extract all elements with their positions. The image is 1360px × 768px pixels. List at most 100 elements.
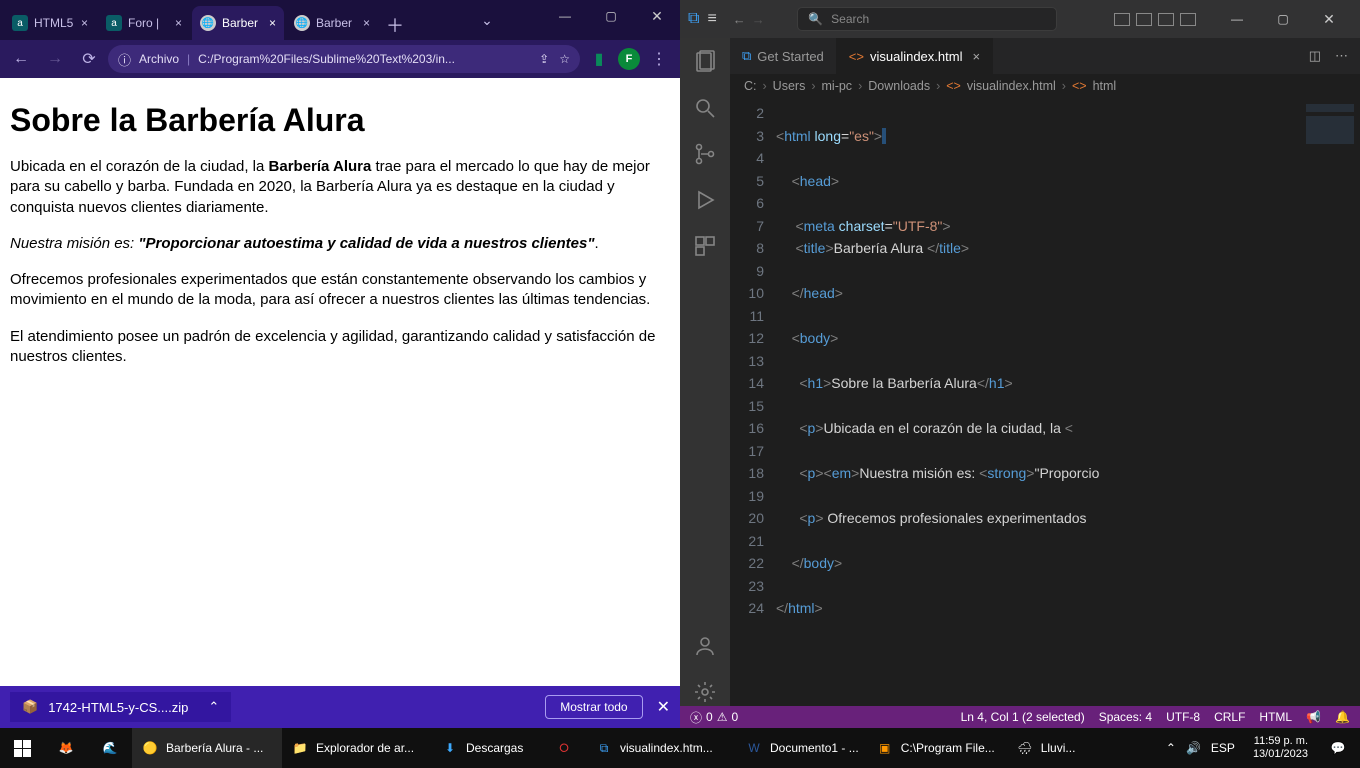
- language-indicator[interactable]: ESP: [1211, 741, 1235, 755]
- settings-gear-icon[interactable]: [691, 678, 719, 706]
- browser-tab[interactable]: a Foro | ×: [98, 6, 190, 40]
- tab-label: Foro |: [128, 16, 159, 30]
- window-maximize-button[interactable]: ▢: [1260, 3, 1306, 35]
- explorer-icon[interactable]: [691, 48, 719, 76]
- tray-overflow-icon[interactable]: ⌃: [1166, 741, 1176, 755]
- addr-path: C:/Program%20Files/Sublime%20Text%203/in…: [198, 52, 455, 66]
- command-center-search[interactable]: 🔍 Search: [797, 7, 1057, 31]
- error-icon: ⓧ: [690, 709, 702, 726]
- problems-button[interactable]: ⓧ0 ⚠0: [690, 709, 738, 726]
- layout-controls[interactable]: [1114, 13, 1196, 26]
- tab-close-icon[interactable]: ×: [175, 16, 182, 30]
- hamburger-menu-button[interactable]: ≡: [707, 10, 716, 28]
- taskbar-app-downloads[interactable]: ⬇Descargas: [432, 728, 542, 768]
- tab-label: Barber: [222, 16, 258, 30]
- tab-close-icon[interactable]: ×: [81, 16, 88, 30]
- window-maximize-button[interactable]: ▢: [588, 0, 634, 32]
- share-icon[interactable]: ⇪: [539, 52, 549, 66]
- layout-icon[interactable]: [1114, 13, 1130, 26]
- window-close-button[interactable]: ✕: [634, 0, 680, 32]
- breadcrumbs[interactable]: C:› Users› mi-pc› Downloads› <> visualin…: [730, 74, 1360, 98]
- more-actions-icon[interactable]: ⋯: [1335, 48, 1348, 64]
- forward-button[interactable]: →: [40, 44, 70, 74]
- start-button[interactable]: [0, 728, 44, 768]
- taskbar-clock[interactable]: 11:59 p. m. 13/01/2023: [1245, 735, 1316, 760]
- bookmark-icon[interactable]: ☆: [559, 52, 570, 66]
- favicon-globe-icon: 🌐: [294, 15, 310, 31]
- extension-icon[interactable]: ▮: [584, 44, 614, 74]
- taskbar-weather[interactable]: 🌧Lluvi...: [1007, 728, 1097, 768]
- minimap[interactable]: [1300, 98, 1360, 706]
- code-editor[interactable]: <html long="es"> <head> <meta charset="U…: [776, 98, 1300, 706]
- site-info-icon[interactable]: ⓘ: [118, 50, 131, 69]
- window-minimize-button[interactable]: —: [542, 0, 588, 32]
- editor-tabs: ⧉ Get Started <> visualindex.html × ◫ ⋯: [730, 38, 1360, 74]
- window-close-button[interactable]: ✕: [1306, 3, 1352, 35]
- tab-close-icon[interactable]: ×: [269, 16, 276, 30]
- split-editor-icon[interactable]: ◫: [1309, 48, 1321, 64]
- page-paragraph: Ofrecemos profesionales experimentados q…: [10, 270, 670, 311]
- taskbar-app-unknown[interactable]: ⭘: [542, 728, 586, 768]
- nav-back-button[interactable]: ←: [733, 12, 746, 27]
- html-file-icon: <>: [849, 49, 864, 64]
- layout-icon[interactable]: [1158, 13, 1174, 26]
- vscode-logo-icon: ⧉: [688, 10, 699, 28]
- feedback-icon[interactable]: 📢: [1306, 710, 1321, 724]
- browser-menu-button[interactable]: ⋮: [644, 44, 674, 74]
- language-mode[interactable]: HTML: [1259, 710, 1292, 724]
- extensions-icon[interactable]: [691, 232, 719, 260]
- taskbar-app-firefox[interactable]: 🦊: [44, 728, 88, 768]
- editor-tab-get-started[interactable]: ⧉ Get Started: [730, 38, 837, 74]
- tab-label: Barber: [316, 16, 352, 30]
- show-all-downloads-button[interactable]: Mostrar todo: [545, 695, 642, 719]
- nav-forward-button[interactable]: →: [752, 12, 765, 27]
- windows-taskbar: 🦊 🌊 🟡Barbería Alura - ... 📁Explorador de…: [0, 728, 1360, 768]
- search-placeholder: Search: [831, 12, 869, 26]
- html-file-icon: <>: [946, 79, 961, 93]
- search-icon: 🔍: [808, 12, 823, 26]
- reload-button[interactable]: ⟳: [74, 44, 104, 74]
- back-button[interactable]: ←: [6, 44, 36, 74]
- browser-tab[interactable]: a HTML5 ×: [4, 6, 96, 40]
- vscode-titlebar: ⧉ ≡ ← → 🔍 Search — ▢ ✕: [680, 0, 1360, 38]
- taskbar-app-sublime[interactable]: ▣C:\Program File...: [867, 728, 1007, 768]
- system-tray[interactable]: ⌃ 🔊 ESP: [1156, 741, 1245, 755]
- taskbar-app-edge[interactable]: 🌊: [88, 728, 132, 768]
- window-minimize-button[interactable]: —: [1214, 3, 1260, 35]
- notifications-icon[interactable]: 🔔: [1335, 710, 1350, 724]
- tab-close-icon[interactable]: ×: [972, 49, 980, 64]
- tab-label: Get Started: [757, 49, 823, 64]
- taskbar-app-chrome[interactable]: 🟡Barbería Alura - ...: [132, 728, 282, 768]
- editor-tab-file[interactable]: <> visualindex.html ×: [837, 38, 993, 74]
- line-number-gutter[interactable]: 23456789101112131415161718192021222324: [730, 98, 776, 706]
- browser-tab-active[interactable]: 🌐 Barber ×: [192, 6, 284, 40]
- file-icon: 📦: [22, 699, 38, 715]
- encoding[interactable]: UTF-8: [1166, 710, 1200, 724]
- layout-icon[interactable]: [1136, 13, 1152, 26]
- download-item[interactable]: 📦 1742-HTML5-y-CS....zip ⌃: [10, 692, 231, 722]
- source-control-icon[interactable]: [691, 140, 719, 168]
- downloads-bar: 📦 1742-HTML5-y-CS....zip ⌃ Mostrar todo …: [0, 686, 680, 728]
- cursor-position[interactable]: Ln 4, Col 1 (2 selected): [961, 710, 1085, 724]
- taskbar-app-file-explorer[interactable]: 📁Explorador de ar...: [282, 728, 432, 768]
- tab-close-icon[interactable]: ×: [363, 16, 370, 30]
- eol[interactable]: CRLF: [1214, 710, 1245, 724]
- indentation[interactable]: Spaces: 4: [1099, 710, 1152, 724]
- browser-tab[interactable]: 🌐 Barber ×: [286, 6, 378, 40]
- action-center-icon[interactable]: 💬: [1316, 728, 1360, 768]
- search-icon[interactable]: [691, 94, 719, 122]
- taskbar-app-word[interactable]: WDocumento1 - ...: [736, 728, 867, 768]
- chevron-up-icon[interactable]: ⌃: [208, 699, 219, 715]
- taskbar-app-vscode[interactable]: ⧉visualindex.htm...: [586, 728, 736, 768]
- download-filename: 1742-HTML5-y-CS....zip: [48, 700, 188, 715]
- activity-bar: [680, 38, 730, 706]
- layout-icon[interactable]: [1180, 13, 1196, 26]
- profile-avatar[interactable]: F: [618, 48, 640, 70]
- tab-overflow-icon[interactable]: ⌄: [472, 0, 502, 40]
- new-tab-button[interactable]: ＋: [380, 10, 410, 40]
- volume-icon[interactable]: 🔊: [1186, 741, 1201, 755]
- close-downloads-bar-button[interactable]: ✕: [657, 697, 670, 717]
- accounts-icon[interactable]: [691, 632, 719, 660]
- address-bar[interactable]: ⓘ Archivo | C:/Program%20Files/Sublime%2…: [108, 45, 580, 73]
- run-debug-icon[interactable]: [691, 186, 719, 214]
